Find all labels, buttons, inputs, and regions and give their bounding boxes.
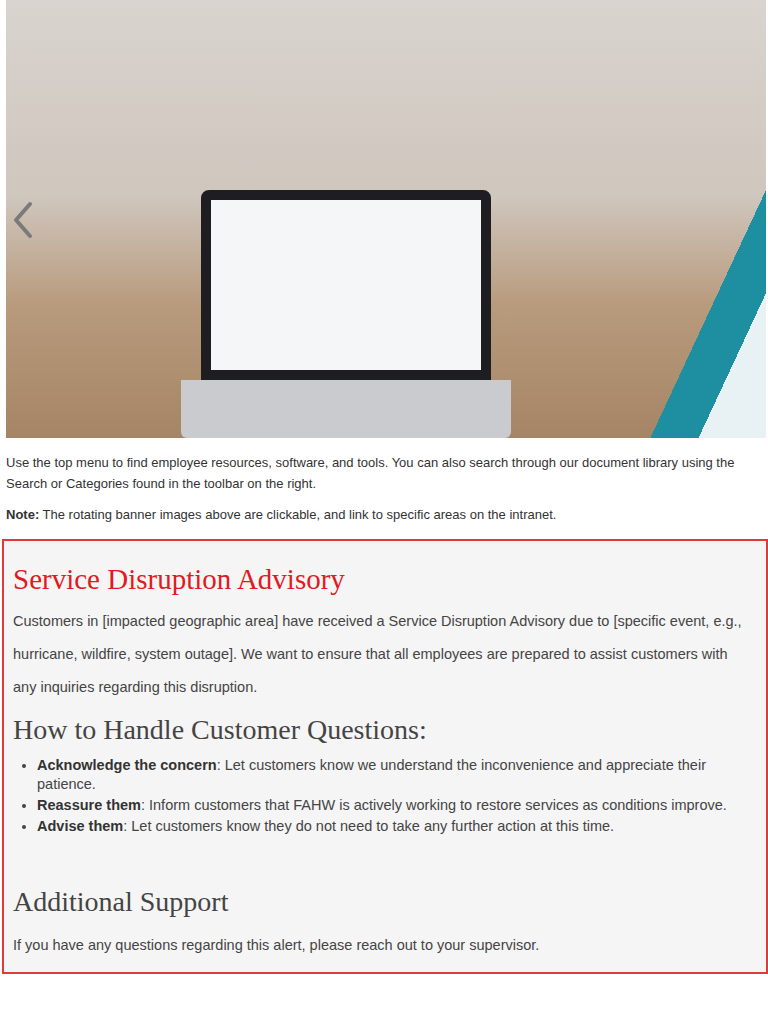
handling-heading: How to Handle Customer Questions: [13,710,754,750]
advisory-panel: Service Disruption Advisory Customers in … [2,539,768,974]
laptop-picture [181,190,511,438]
handling-item: Reassure them: Inform customers that FAH… [37,796,754,815]
handling-item: Acknowledge the concern: Let customers k… [37,756,754,794]
support-text: If you have any questions regarding this… [13,934,754,956]
item-label: Reassure them [37,797,141,813]
item-label: Advise them [37,818,123,834]
chevron-left-icon[interactable] [12,200,34,240]
handling-item: Advise them: Let customers know they do … [37,817,754,836]
note-label: Note: [6,507,39,522]
advisory-title: Service Disruption Advisory [13,559,754,599]
note-text: Note: The rotating banner images above a… [0,494,768,525]
banner-photo[interactable] [6,0,766,438]
handling-list: Acknowledge the concern: Let customers k… [13,756,754,836]
support-heading: Additional Support [13,882,754,922]
advisory-body: Customers in [impacted geographic area] … [13,605,754,704]
intranet-page: Use the top menu to find employee resour… [0,0,768,980]
intro-text: Use the top menu to find employee resour… [0,438,768,494]
item-label: Acknowledge the concern [37,757,217,773]
banner-carousel[interactable] [6,0,766,438]
